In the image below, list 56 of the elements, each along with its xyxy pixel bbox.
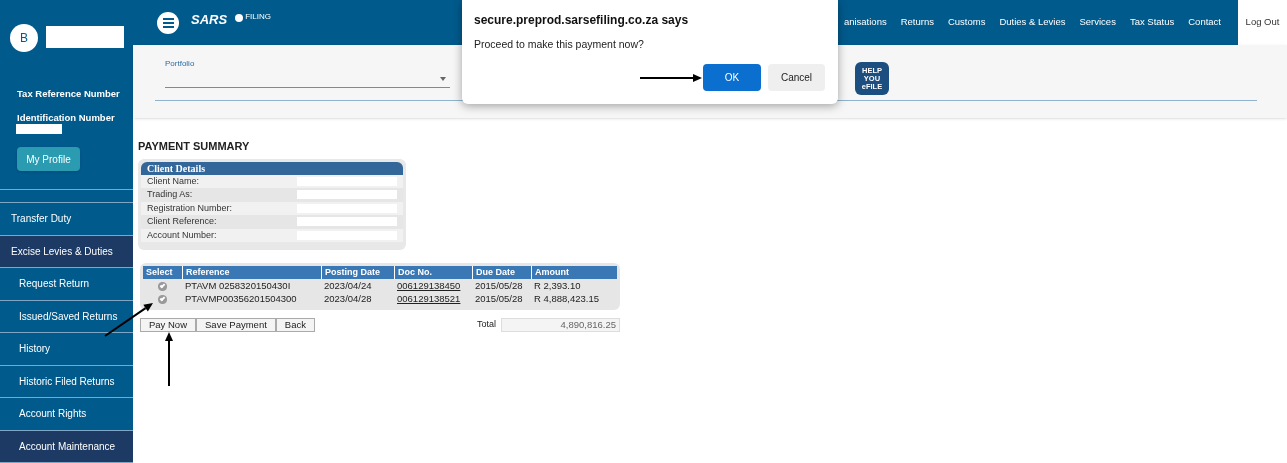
field-label: Trading As: xyxy=(147,188,193,201)
field-label: Client Reference: xyxy=(147,215,217,228)
label-text: Tax Reference Number xyxy=(17,87,120,101)
ok-button[interactable]: OK xyxy=(703,64,761,91)
table-cell-text: 2015/05/28 xyxy=(474,292,524,306)
logout-link[interactable]: Log Out xyxy=(1238,0,1287,45)
nav-link[interactable]: Tax Status xyxy=(1124,15,1180,30)
total-label: Total xyxy=(477,318,496,332)
column-header: Due Date xyxy=(472,266,531,279)
form-button[interactable]: Back xyxy=(275,318,315,332)
table-cell-text: 2023/04/24 xyxy=(323,279,373,293)
section-heading: PAYMENT SUMMARY xyxy=(138,139,251,154)
column-header: Posting Date xyxy=(321,266,394,279)
redaction-mark xyxy=(16,124,62,134)
form-button[interactable]: Save Payment xyxy=(196,318,276,332)
table-cell-text: PTAVMP00356201504300 xyxy=(184,292,298,306)
table-cell-text: 2023/04/28 xyxy=(323,292,373,306)
cancel-button[interactable]: Cancel xyxy=(768,64,825,91)
logo-text: FILING xyxy=(245,11,271,23)
total-field: 4,890,816.25 xyxy=(501,318,620,332)
field-label: Client Name: xyxy=(147,174,200,188)
checkbox[interactable] xyxy=(158,281,167,291)
field-label: Registration Number: xyxy=(147,201,233,215)
form-button[interactable]: Pay Now xyxy=(140,318,196,332)
doc-link[interactable]: 006129138521 xyxy=(394,292,472,307)
annotation-arrow xyxy=(639,74,702,82)
field-label: Portfolio xyxy=(165,58,195,70)
column-header: Reference xyxy=(182,266,321,279)
nav-link[interactable]: Returns xyxy=(895,15,939,30)
caret-icon xyxy=(440,77,446,81)
annotation-arrow xyxy=(165,332,173,387)
sidebar-item[interactable]: Account Maintenance xyxy=(0,430,133,463)
nav-link[interactable]: Contact xyxy=(1183,15,1226,30)
table-cell-text: 2015/05/28 xyxy=(474,279,524,293)
field-label: Account Number: xyxy=(147,228,217,242)
panel-title: Client Details xyxy=(141,161,403,175)
nav-link[interactable]: Duties & Levies xyxy=(994,15,1071,30)
column-header: Amount xyxy=(531,266,617,279)
checkbox[interactable] xyxy=(158,294,167,304)
doc-link[interactable]: 006129138450 xyxy=(394,279,472,294)
dialog-message: Proceed to make this payment now? xyxy=(474,37,644,52)
column-header: Select xyxy=(145,266,174,279)
sidebar-item[interactable]: Excise Levies & Duties xyxy=(0,235,133,268)
nav-link[interactable]: Customs xyxy=(942,15,991,30)
dialog-title: secure.preprod.sarsefiling.co.za says xyxy=(474,12,689,29)
table-cell-text: R 2,393.10 xyxy=(533,279,582,293)
avatar: B xyxy=(10,24,38,52)
logo-text: SARS xyxy=(191,11,228,29)
column-header: Doc No. xyxy=(394,266,472,279)
menu-icon[interactable] xyxy=(157,11,179,34)
label-text: Identification Number xyxy=(17,111,115,125)
nav-link[interactable]: anisations xyxy=(838,15,892,30)
globe-icon xyxy=(235,14,244,22)
nav-link[interactable]: Services xyxy=(1074,15,1121,30)
table-cell-text: PTAVM 0258320150430I xyxy=(184,279,292,293)
table-cell-text: R 4,888,423.15 xyxy=(533,292,600,306)
